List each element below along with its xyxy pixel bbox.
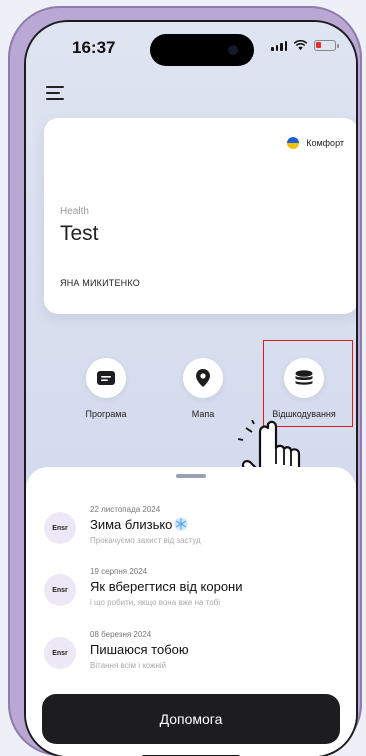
news-avatar: Ensr bbox=[44, 512, 76, 544]
map-icon-circle bbox=[183, 358, 223, 398]
card-owner-name: ЯНА МИКИТЕНКО bbox=[60, 278, 140, 288]
plan-badge: Комфорт bbox=[287, 137, 344, 149]
news-date: 08 березня 2024 bbox=[90, 630, 152, 639]
signal-icon bbox=[271, 40, 287, 51]
news-title-wrap: Зима близько bbox=[90, 517, 188, 532]
map-pin-icon bbox=[196, 369, 210, 387]
news-date: 19 серпня 2024 bbox=[90, 567, 148, 576]
menu-icon[interactable] bbox=[46, 86, 66, 102]
card-title: Test bbox=[60, 222, 99, 245]
status-time: 16:37 bbox=[72, 38, 116, 57]
news-title: Зима близько bbox=[90, 517, 173, 532]
plan-badge-label: Комфорт bbox=[306, 138, 344, 148]
status-icons bbox=[271, 40, 339, 51]
news-avatar: Ensr bbox=[44, 574, 76, 606]
news-title: Пишаюся тобою bbox=[90, 642, 189, 657]
app-page: 16:37 Комфорт Health Test ЯНА МИКИТЕНКО … bbox=[0, 0, 366, 756]
news-sheet: Ensr 22 листопада 2024 Зима близько Прок… bbox=[26, 467, 356, 756]
news-subtitle: і що робити, якщо вона вже на тобі bbox=[90, 598, 221, 607]
sheet-drag-handle[interactable] bbox=[176, 474, 206, 478]
highlight-box bbox=[263, 340, 353, 427]
news-item[interactable]: Ensr 08 березня 2024 Пишаюся тобою Вітан… bbox=[44, 630, 344, 684]
insurance-card[interactable]: Комфорт Health Test ЯНА МИКИТЕНКО bbox=[44, 118, 356, 314]
card-category: Health bbox=[60, 206, 89, 217]
news-avatar: Ensr bbox=[44, 637, 76, 669]
help-button[interactable]: Допомога bbox=[42, 694, 340, 744]
program-icon-circle bbox=[86, 358, 126, 398]
snowflake-icon bbox=[174, 517, 188, 531]
map-button[interactable]: Мапа bbox=[153, 358, 253, 419]
status-bar: 16:37 bbox=[26, 22, 356, 68]
program-label: Програма bbox=[85, 409, 127, 419]
dynamic-island bbox=[150, 34, 254, 66]
card-icon bbox=[97, 371, 115, 385]
program-button[interactable]: Програма bbox=[56, 358, 156, 419]
news-title: Як вберегтися від корони bbox=[90, 579, 243, 594]
phone-frame: 16:37 Комфорт Health Test ЯНА МИКИТЕНКО … bbox=[8, 6, 362, 756]
camera-icon bbox=[228, 45, 238, 55]
news-item[interactable]: Ensr 22 листопада 2024 Зима близько Прок… bbox=[44, 505, 344, 559]
news-subtitle: Прокачуємо захист від застуд bbox=[90, 536, 201, 545]
news-date: 22 листопада 2024 bbox=[90, 505, 161, 514]
wifi-icon bbox=[293, 40, 308, 51]
ukraine-flag-icon bbox=[287, 137, 300, 149]
map-label: Мапа bbox=[191, 409, 215, 419]
battery-icon bbox=[314, 40, 339, 51]
phone-screen: 16:37 Комфорт Health Test ЯНА МИКИТЕНКО … bbox=[26, 22, 356, 756]
news-item[interactable]: Ensr 19 серпня 2024 Як вберегтися від ко… bbox=[44, 567, 344, 621]
news-subtitle: Вітання всім і кожній bbox=[90, 661, 167, 670]
